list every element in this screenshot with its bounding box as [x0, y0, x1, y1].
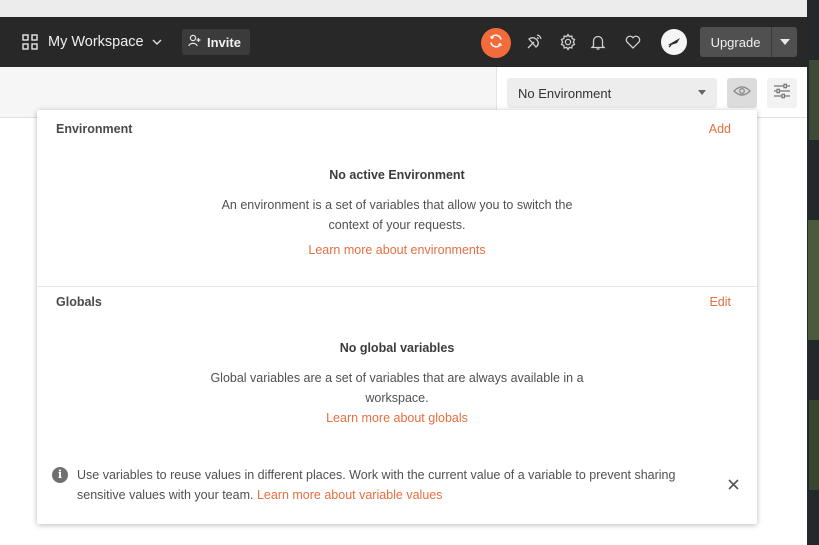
chevron-down-icon — [152, 37, 162, 47]
learn-more-environments-link[interactable]: Learn more about environments — [37, 240, 757, 260]
gear-icon[interactable] — [558, 32, 578, 52]
add-user-icon — [188, 34, 207, 50]
manage-environments-button[interactable] — [767, 78, 797, 108]
background-texture — [808, 220, 819, 340]
background-texture — [809, 400, 819, 490]
background-desktop-edge — [807, 0, 819, 545]
environment-description-line-2: context of your requests. — [328, 218, 466, 232]
upgrade-button[interactable]: Upgrade — [700, 27, 797, 57]
learn-more-globals-link[interactable]: Learn more about globals — [37, 408, 757, 428]
close-icon[interactable] — [726, 477, 740, 491]
caret-down-icon[interactable] — [772, 39, 797, 45]
globals-section-title: Globals — [56, 295, 102, 309]
add-environment-link[interactable]: Add — [709, 122, 731, 136]
environment-select[interactable]: No Environment — [507, 78, 717, 108]
workspace-name: My Workspace — [48, 34, 144, 50]
sliders-icon — [773, 83, 791, 104]
caret-down-icon — [698, 90, 706, 95]
app-header: My Workspace Invite Upgrade — [0, 17, 807, 67]
sync-icon — [488, 33, 504, 54]
sync-button[interactable] — [481, 28, 511, 58]
environment-section-title: Environment — [56, 122, 133, 136]
environment-description-line-1: An environment is a set of variables tha… — [221, 198, 573, 212]
environment-select-value: No Environment — [518, 85, 612, 101]
window-top-strip — [0, 0, 807, 17]
globals-description-line-1: Global variables are a set of variables … — [210, 371, 584, 385]
variables-info-banner: i Use variables to reuse values in diffe… — [52, 465, 692, 505]
environment-quick-look-panel: Environment Add No active Environment An… — [37, 110, 757, 524]
heart-icon[interactable] — [623, 32, 643, 52]
workspace-switcher[interactable]: My Workspace — [22, 17, 162, 67]
info-icon: i — [52, 467, 68, 483]
learn-more-variable-values-link[interactable]: Learn more about variable values — [257, 488, 443, 502]
empty-environment-title: No active Environment — [329, 168, 465, 182]
background-texture — [809, 60, 819, 140]
empty-globals-title: No global variables — [339, 341, 455, 355]
satellite-icon[interactable] — [524, 32, 544, 52]
bell-icon[interactable] — [588, 32, 608, 52]
edit-globals-link[interactable]: Edit — [709, 295, 731, 309]
invite-label: Invite — [207, 34, 241, 50]
section-divider — [37, 286, 757, 287]
upgrade-label: Upgrade — [710, 34, 761, 50]
eye-icon — [733, 84, 751, 102]
avatar[interactable] — [661, 29, 687, 55]
environment-quick-look-button[interactable] — [727, 78, 757, 108]
apps-grid-icon — [22, 34, 38, 50]
invite-button[interactable]: Invite — [182, 29, 250, 55]
globals-description-line-2: workspace. — [365, 391, 429, 405]
